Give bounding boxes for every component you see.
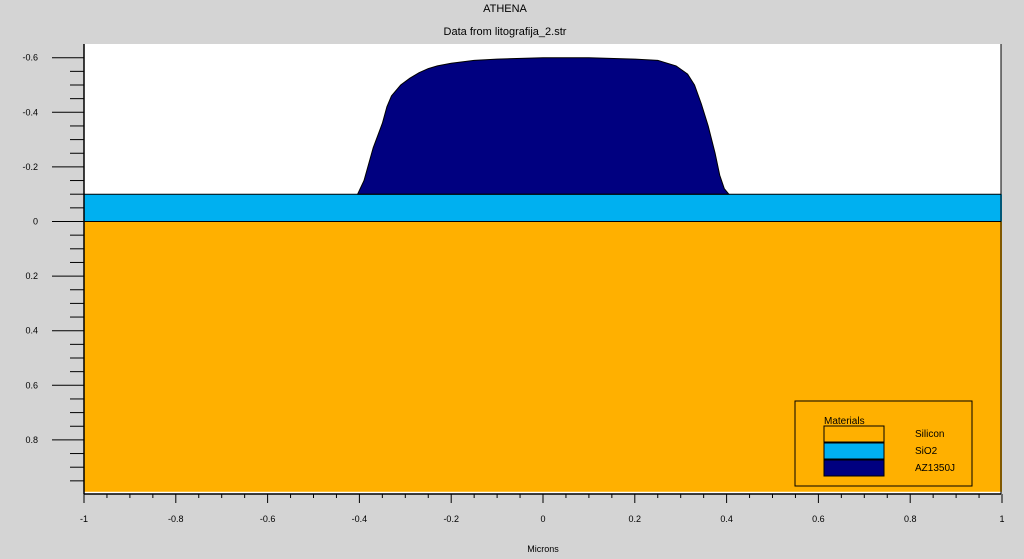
chart-subtitle: Data from litografija_2.str [444,26,567,38]
y-tick-label: -0.2 [22,162,38,172]
region-az1350j [356,57,730,195]
y-tick-label: 0.2 [25,271,38,281]
y-tick-label: -0.4 [22,107,38,117]
y-tick-label: 0.8 [25,435,38,445]
y-tick-label: -0.6 [22,53,38,63]
x-tick-label: 0.8 [904,514,917,524]
legend: Materials Silicon SiO2 AZ1350J [794,400,973,487]
chart-title: ATHENA [483,3,527,15]
legend-label-az1350j: AZ1350J [915,463,955,474]
x-axis-label: Microns [527,544,559,554]
legend-label-sio2: SiO2 [915,446,938,457]
legend-title: Materials [824,416,865,427]
x-tick-label: 0.4 [720,514,733,524]
x-tick-label: -0.8 [168,514,184,524]
x-tick-label: 1 [999,514,1004,524]
region-sio2 [84,194,1002,222]
y-axis: -0.6 -0.4 -0.2 0 0.2 0.4 0.6 0.8 [22,53,84,482]
x-tick-label: -0.4 [352,514,368,524]
legend-label-silicon: Silicon [915,429,944,440]
x-axis: -1 -0.8 -0.6 -0.4 -0.2 0 0.2 0.4 0.6 0.8 1 [80,494,1005,524]
y-tick-label: 0.6 [25,380,38,390]
x-tick-label: -1 [80,514,88,524]
x-tick-label: 0.2 [629,514,642,524]
y-tick-label: 0.4 [25,326,38,336]
legend-swatch-sio2 [823,442,885,460]
x-tick-label: -0.6 [260,514,276,524]
x-tick-label: -0.2 [443,514,459,524]
chart: ATHENA Data from litografija_2.str -1 -0.… [22,3,1005,554]
y-tick-label: 0 [33,217,38,227]
plot-window: ATHENA Data from litografija_2.str -1 -0.… [0,0,1024,554]
x-tick-label: 0.6 [812,514,825,524]
legend-swatch-az1350j [823,459,885,477]
legend-swatch-silicon [823,425,885,443]
x-tick-label: 0 [540,514,545,524]
